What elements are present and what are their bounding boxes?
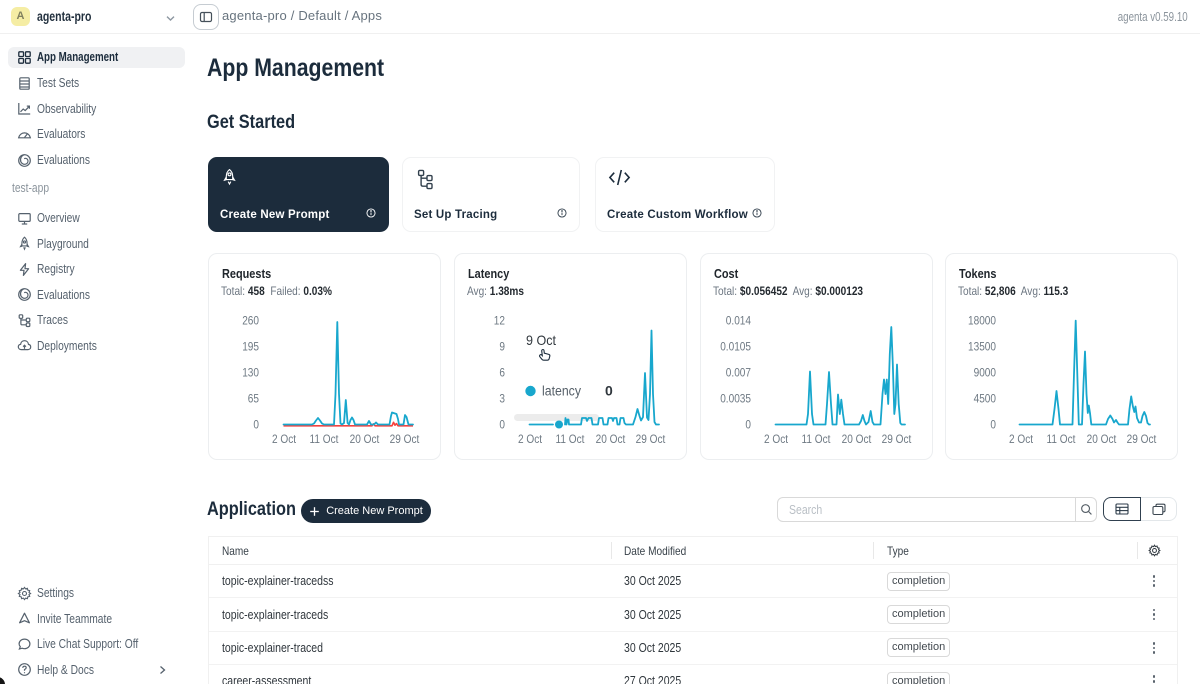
svg-text:29 Oct: 29 Oct (390, 432, 420, 446)
svg-text:18000: 18000 (968, 314, 996, 328)
svg-text:0: 0 (499, 418, 505, 432)
svg-text:2 Oct: 2 Oct (272, 432, 297, 446)
svg-text:9000: 9000 (974, 366, 997, 380)
svg-text:latency: latency (542, 384, 581, 399)
svg-text:3: 3 (499, 392, 505, 406)
svg-text:0.0035: 0.0035 (720, 392, 751, 406)
svg-text:9 Oct: 9 Oct (526, 332, 556, 348)
svg-text:195: 195 (242, 340, 259, 354)
svg-text:20 Oct: 20 Oct (842, 432, 872, 446)
svg-text:2 Oct: 2 Oct (764, 432, 789, 446)
svg-text:9: 9 (499, 340, 505, 354)
svg-text:20 Oct: 20 Oct (350, 432, 380, 446)
svg-text:0: 0 (605, 383, 613, 399)
svg-text:29 Oct: 29 Oct (882, 432, 912, 446)
svg-text:130: 130 (242, 366, 259, 380)
svg-text:2 Oct: 2 Oct (518, 432, 543, 446)
svg-text:29 Oct: 29 Oct (1127, 432, 1157, 446)
svg-text:4500: 4500 (974, 392, 997, 406)
svg-text:6: 6 (499, 366, 505, 380)
svg-text:11 Oct: 11 Oct (802, 432, 831, 446)
svg-text:13500: 13500 (968, 340, 996, 354)
svg-text:0.0105: 0.0105 (720, 340, 751, 354)
svg-text:0.014: 0.014 (726, 314, 751, 328)
svg-text:0: 0 (990, 418, 996, 432)
svg-text:11 Oct: 11 Oct (556, 432, 585, 446)
svg-text:11 Oct: 11 Oct (1047, 432, 1076, 446)
svg-text:0: 0 (745, 418, 751, 432)
svg-text:2 Oct: 2 Oct (1009, 432, 1034, 446)
svg-text:0: 0 (253, 418, 259, 432)
svg-text:12: 12 (494, 314, 505, 328)
svg-text:20 Oct: 20 Oct (596, 432, 626, 446)
svg-text:20 Oct: 20 Oct (1087, 432, 1117, 446)
svg-text:11 Oct: 11 Oct (310, 432, 339, 446)
svg-text:65: 65 (248, 392, 259, 406)
svg-text:0.007: 0.007 (726, 366, 751, 380)
svg-text:29 Oct: 29 Oct (636, 432, 666, 446)
svg-text:260: 260 (242, 314, 259, 328)
